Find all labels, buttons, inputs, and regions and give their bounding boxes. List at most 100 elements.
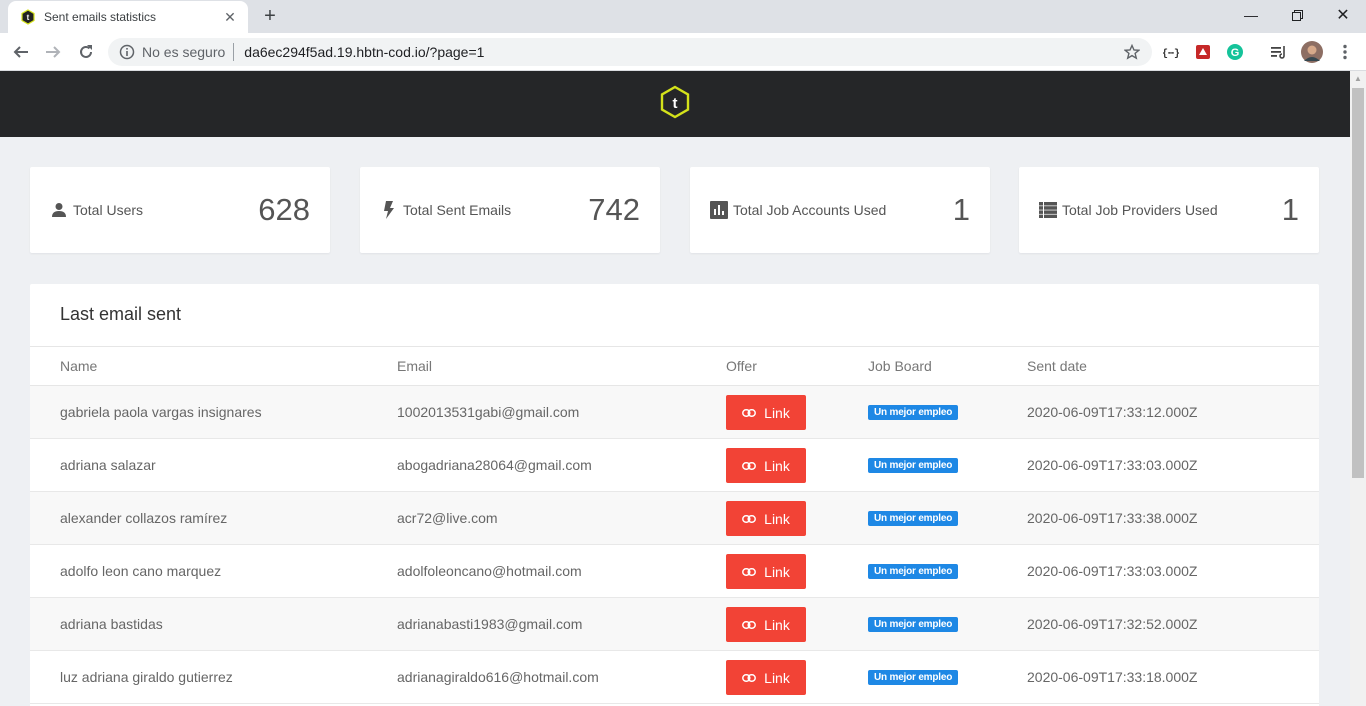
omnibox-divider <box>233 43 235 61</box>
job-board-badge: Un mejor empleo <box>868 617 959 632</box>
stat-label: Total Sent Emails <box>403 202 512 218</box>
browser-menu-icon[interactable] <box>1335 42 1355 62</box>
column-header-email: Email <box>397 358 433 374</box>
minimize-icon[interactable]: — <box>1228 0 1274 30</box>
user-icon <box>50 201 68 219</box>
row-name: gabriela paola vargas insignares <box>60 404 262 420</box>
offer-link-button[interactable]: Link <box>726 554 806 589</box>
stat-card-total-job-accounts: Total Job Accounts Used 1 <box>690 167 990 253</box>
row-email: abogadriana28064@gmail.com <box>397 457 592 473</box>
media-queue-icon[interactable] <box>1269 42 1289 62</box>
security-label: No es seguro <box>142 44 226 60</box>
table-row: adriana salazar abogadriana28064@gmail.c… <box>30 439 1319 492</box>
tab-close-icon[interactable]: ✕ <box>222 9 238 26</box>
row-email: adrianagiraldo616@hotmail.com <box>397 669 599 685</box>
offer-link-button[interactable]: Link <box>726 607 806 642</box>
link-label: Link <box>764 457 790 474</box>
browser-toolbar: No es seguro da6ec294f5ad.19.hbtn-cod.io… <box>0 33 1366 71</box>
link-icon <box>742 567 757 576</box>
page-scrollbar[interactable]: ▲ <box>1350 71 1366 706</box>
holberton-logo-icon[interactable]: t <box>659 85 691 124</box>
row-name: adriana salazar <box>60 457 156 473</box>
row-sent-date: 2020-06-09T17:33:38.000Z <box>1027 510 1198 526</box>
info-icon[interactable] <box>118 43 136 61</box>
app-header: t <box>0 71 1350 137</box>
column-header-offer: Offer <box>726 358 757 374</box>
link-icon <box>742 461 757 470</box>
row-sent-date: 2020-06-09T17:32:52.000Z <box>1027 616 1198 632</box>
offer-link-button[interactable]: Link <box>726 501 806 536</box>
lightning-icon <box>380 201 398 219</box>
link-label: Link <box>764 404 790 421</box>
link-label: Link <box>764 510 790 527</box>
table-row: alexander collazos ramírez acr72@live.co… <box>30 492 1319 545</box>
table-row: adriana bastidas adrianabasti1983@gmail.… <box>30 598 1319 651</box>
job-board-badge: Un mejor empleo <box>868 458 959 473</box>
last-email-panel: Last email sent Name Email Offer Job Boa… <box>30 284 1319 706</box>
row-sent-date: 2020-06-09T17:33:03.000Z <box>1027 457 1198 473</box>
list-icon <box>1039 201 1057 219</box>
job-board-badge: Un mejor empleo <box>868 405 959 420</box>
job-board-badge: Un mejor empleo <box>868 511 959 526</box>
panel-title: Last email sent <box>60 304 182 324</box>
row-name: adolfo leon cano marquez <box>60 563 222 579</box>
link-label: Link <box>764 669 790 686</box>
row-email: adolfoleoncano@hotmail.com <box>397 563 582 579</box>
table-row: luz adriana giraldo gutierrez adrianagir… <box>30 651 1319 704</box>
link-icon <box>742 673 757 682</box>
stat-label: Total Users <box>73 202 144 218</box>
row-sent-date: 2020-06-09T17:33:03.000Z <box>1027 563 1198 579</box>
new-tab-button[interactable]: + <box>258 4 282 28</box>
job-board-badge: Un mejor empleo <box>868 564 959 579</box>
offer-link-button[interactable]: Link <box>726 660 806 695</box>
link-label: Link <box>764 616 790 633</box>
reload-icon[interactable] <box>73 39 99 65</box>
row-name: adriana bastidas <box>60 616 163 632</box>
row-email: acr72@live.com <box>397 510 498 526</box>
scrollbar-thumb[interactable] <box>1352 88 1364 478</box>
url-text[interactable]: da6ec294f5ad.19.hbtn-cod.io/?page=1 <box>244 44 1120 60</box>
table-row: adolfo leon cano marquez adolfoleoncano@… <box>30 545 1319 598</box>
stat-label: Total Job Providers Used <box>1062 202 1218 218</box>
tab-title: Sent emails statistics <box>44 10 157 24</box>
column-header-sent-date: Sent date <box>1027 358 1087 374</box>
row-name: alexander collazos ramírez <box>60 510 228 526</box>
scroll-up-arrow-icon[interactable]: ▲ <box>1350 71 1366 87</box>
row-email: adrianabasti1983@gmail.com <box>397 616 583 632</box>
stat-label: Total Job Accounts Used <box>733 202 887 218</box>
browser-tab-bar: t Sent emails statistics ✕ + — ✕ <box>0 0 1366 33</box>
browser-tab[interactable]: t Sent emails statistics ✕ <box>8 1 248 33</box>
row-sent-date: 2020-06-09T17:33:18.000Z <box>1027 669 1198 685</box>
link-icon <box>742 514 757 523</box>
stat-card-total-users: Total Users 628 <box>30 167 330 253</box>
link-icon <box>742 408 757 417</box>
svg-text:{⋯}: {⋯} <box>1163 48 1179 58</box>
red-extension-icon[interactable] <box>1193 42 1213 62</box>
window-close-icon[interactable]: ✕ <box>1320 0 1366 30</box>
offer-link-button[interactable]: Link <box>726 395 806 430</box>
stat-value: 1 <box>952 192 970 227</box>
profile-avatar[interactable] <box>1301 41 1323 63</box>
site-favicon-icon: t <box>20 9 36 25</box>
bookmark-star-icon[interactable] <box>1120 40 1144 64</box>
forward-arrow-icon[interactable] <box>40 39 66 65</box>
grammarly-icon[interactable]: G <box>1225 42 1245 62</box>
table-row: gabriela paola vargas insignares 1002013… <box>30 386 1319 439</box>
stat-value: 628 <box>258 192 310 227</box>
job-board-badge: Un mejor empleo <box>868 670 959 685</box>
back-arrow-icon[interactable] <box>8 39 34 65</box>
stat-value: 1 <box>1281 192 1299 227</box>
column-header-name: Name <box>60 358 98 374</box>
row-email: 1002013531gabi@gmail.com <box>397 404 580 420</box>
svg-text:t: t <box>673 95 678 112</box>
restore-icon[interactable] <box>1274 0 1320 30</box>
address-bar[interactable]: No es seguro da6ec294f5ad.19.hbtn-cod.io… <box>108 38 1152 66</box>
svg-text:t: t <box>27 13 30 22</box>
bar-chart-icon <box>710 201 728 219</box>
svg-text:G: G <box>1231 47 1240 59</box>
offer-link-button[interactable]: Link <box>726 448 806 483</box>
link-label: Link <box>764 563 790 580</box>
stat-card-total-job-providers: Total Job Providers Used 1 <box>1019 167 1319 253</box>
json-extension-icon[interactable]: {⋯} <box>1161 42 1181 62</box>
table-header: Name Email Offer Job Board Sent date <box>30 346 1319 386</box>
